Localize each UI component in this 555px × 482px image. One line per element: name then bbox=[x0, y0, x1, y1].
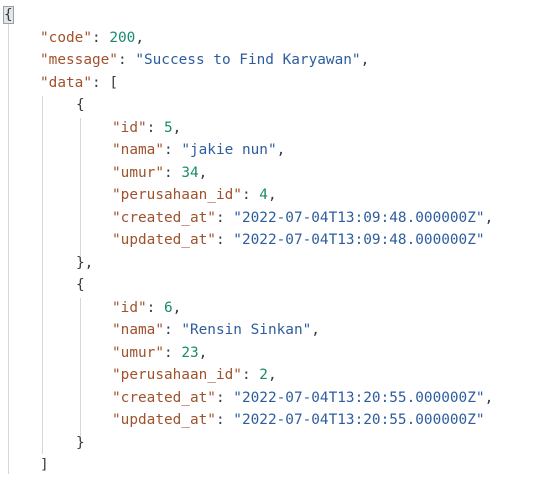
record-1-umur-key: "umur" bbox=[112, 165, 164, 181]
record-1-umur-value: 34 bbox=[181, 165, 199, 181]
record-2-nama-key: "nama" bbox=[112, 322, 164, 338]
record-1-updated-at-key: "updated_at" bbox=[112, 232, 216, 248]
record-1-nama: "nama": "jakie nun", bbox=[112, 142, 286, 158]
json-line-message: "message": "Success to Find Karyawan", bbox=[40, 52, 370, 68]
record-2-close: } bbox=[76, 432, 85, 455]
record-2-created-at: "created_at": "2022-07-04T13:20:55.00000… bbox=[112, 390, 494, 406]
data-open-bracket[interactable]: [ bbox=[109, 75, 118, 91]
code-key: "code" bbox=[40, 30, 92, 46]
data-key: "data" bbox=[40, 75, 92, 91]
record-1-updated-at-value: "2022-07-04T13:09:48.000000Z" bbox=[233, 232, 485, 248]
record-1-perusahaan-id: "perusahaan_id": 4, bbox=[112, 187, 277, 203]
message-value: "Success to Find Karyawan" bbox=[135, 52, 361, 68]
record-2-updated-at: "updated_at": "2022-07-04T13:20:55.00000… bbox=[112, 412, 485, 428]
record-1-close: }, bbox=[76, 252, 93, 275]
record-1-id-value: 5 bbox=[163, 120, 173, 136]
code-value: 200 bbox=[109, 30, 136, 46]
message-key: "message" bbox=[40, 52, 118, 68]
record-2-umur-key: "umur" bbox=[112, 345, 164, 361]
record-1-created-at-value: "2022-07-04T13:09:48.000000Z" bbox=[233, 210, 485, 226]
record-1-open-brace[interactable]: { bbox=[76, 97, 85, 113]
record-2-id-key: "id" bbox=[112, 300, 147, 316]
record-2-perusahaan-id: "perusahaan_id": 2, bbox=[112, 367, 277, 383]
record-1-created-at-key: "created_at" bbox=[112, 210, 216, 226]
record-2-umur-value: 23 bbox=[181, 345, 199, 361]
record-2-created-at-key: "created_at" bbox=[112, 390, 216, 406]
record-1-nama-value: "jakie nun" bbox=[181, 142, 277, 158]
record-1-created-at: "created_at": "2022-07-04T13:09:48.00000… bbox=[112, 210, 494, 226]
record-2-updated-at-value: "2022-07-04T13:20:55.000000Z" bbox=[233, 412, 485, 428]
record-1-updated-at: "updated_at": "2022-07-04T13:09:48.00000… bbox=[112, 232, 485, 248]
root-open-brace[interactable]: { bbox=[3, 6, 14, 24]
record-1-open: { bbox=[76, 94, 85, 117]
json-line-data: "data": [ bbox=[40, 75, 118, 91]
json-line-code: "code": 200, bbox=[40, 30, 144, 46]
record-2-id-value: 6 bbox=[163, 300, 173, 316]
record-2-created-at-value: "2022-07-04T13:20:55.000000Z" bbox=[233, 390, 485, 406]
record-2-open: { bbox=[76, 274, 85, 297]
record-2-umur: "umur": 23, bbox=[112, 345, 208, 361]
record-2-updated-at-key: "updated_at" bbox=[112, 412, 216, 428]
record-1-umur: "umur": 34, bbox=[112, 165, 208, 181]
record-2-perusahaan-id-value: 2 bbox=[259, 367, 268, 383]
data-close-bracket[interactable]: ] bbox=[40, 457, 49, 473]
indent-guide-data bbox=[42, 96, 43, 454]
indent-guide-root bbox=[8, 24, 9, 474]
indent-guide-record-2 bbox=[80, 298, 81, 436]
record-1-id-key: "id" bbox=[112, 120, 147, 136]
record-2-open-brace[interactable]: { bbox=[76, 277, 85, 293]
record-2-close-brace[interactable]: } bbox=[76, 435, 85, 451]
json-line-open: { bbox=[3, 4, 14, 27]
record-1-perusahaan-id-value: 4 bbox=[259, 187, 268, 203]
record-2-perusahaan-id-key: "perusahaan_id" bbox=[112, 367, 242, 383]
record-2-nama: "nama": "Rensin Sinkan", bbox=[112, 322, 320, 338]
record-2-id: "id": 6, bbox=[112, 300, 182, 316]
json-viewer: { "code": 200, "message": "Success to Fi… bbox=[0, 0, 555, 482]
json-line-data-close: ] bbox=[40, 454, 49, 477]
record-1-id: "id": 5, bbox=[112, 120, 182, 136]
indent-guide-record-1 bbox=[80, 118, 81, 256]
record-1-perusahaan-id-key: "perusahaan_id" bbox=[112, 187, 242, 203]
record-1-close-brace[interactable]: }, bbox=[76, 255, 93, 271]
record-2-nama-value: "Rensin Sinkan" bbox=[181, 322, 312, 338]
record-1-nama-key: "nama" bbox=[112, 142, 164, 158]
